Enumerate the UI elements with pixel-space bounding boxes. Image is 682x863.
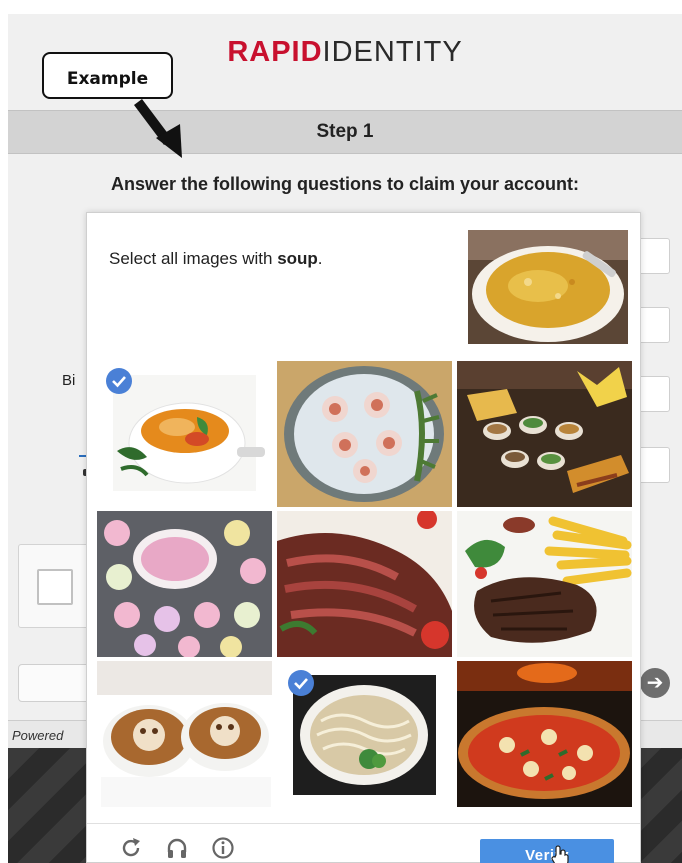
- image-tile[interactable]: [457, 361, 632, 507]
- next-arrow-icon[interactable]: ➔: [640, 668, 670, 698]
- image-tile[interactable]: [277, 511, 452, 657]
- annotation-arrow-icon: [134, 99, 182, 158]
- recaptcha-challenge: Select all images with soup. Verify: [86, 212, 641, 863]
- hand-cursor-icon: [551, 845, 569, 863]
- example-annotation: Example: [42, 52, 173, 99]
- image-tile[interactable]: [97, 661, 272, 807]
- image-grid: [97, 361, 632, 807]
- page-instructions: Answer the following questions to claim …: [110, 174, 580, 194]
- prompt-suffix: .: [317, 249, 323, 268]
- answer-field-3[interactable]: [636, 376, 670, 412]
- step-header: Step 1: [8, 110, 682, 154]
- image-tile[interactable]: [97, 511, 272, 657]
- help-link[interactable]: [79, 441, 86, 457]
- image-tile[interactable]: [97, 361, 272, 507]
- reload-icon[interactable]: [119, 836, 143, 860]
- verify-button[interactable]: Verify: [480, 839, 614, 863]
- powered-by-text: Powered: [12, 728, 64, 743]
- challenge-footer: Verify: [87, 823, 640, 863]
- answer-field-2[interactable]: [636, 307, 670, 343]
- prompt-prefix: Select all images with: [109, 249, 278, 268]
- recaptcha-checkbox[interactable]: [37, 569, 73, 605]
- sample-image: [468, 230, 628, 344]
- image-tile[interactable]: [277, 361, 452, 507]
- answer-field-1[interactable]: [636, 238, 670, 274]
- audio-icon[interactable]: [165, 836, 189, 860]
- image-tile[interactable]: [457, 511, 632, 657]
- challenge-prompt: Select all images with soup.: [109, 249, 323, 269]
- image-tile[interactable]: [277, 661, 452, 807]
- checkmark-icon: [288, 670, 314, 696]
- answer-field-4[interactable]: [636, 447, 670, 483]
- prompt-target: soup: [277, 249, 318, 268]
- brand-logo-rapid: RAPID: [227, 36, 323, 68]
- brand-logo-identity: IDENTITY: [322, 36, 463, 68]
- birthdate-label: Bi: [62, 372, 76, 389]
- checkmark-icon: [106, 368, 132, 394]
- info-icon[interactable]: [211, 836, 235, 860]
- image-tile[interactable]: [457, 661, 632, 807]
